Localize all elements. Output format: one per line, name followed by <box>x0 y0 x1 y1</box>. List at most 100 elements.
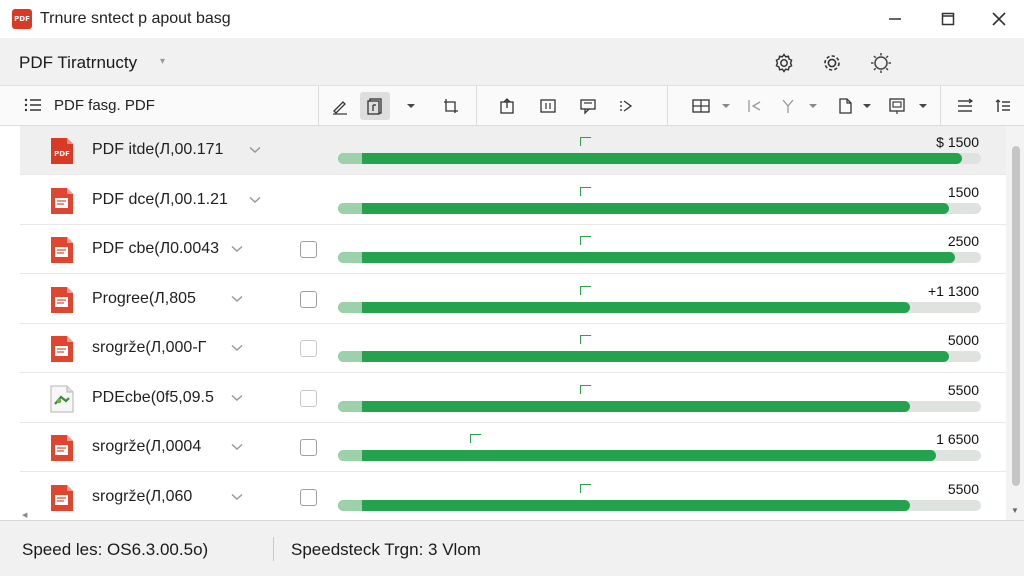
chevron-down-icon[interactable] <box>247 140 263 160</box>
row-value: 5500 <box>947 381 979 398</box>
toolbar-divider <box>667 86 668 126</box>
chevron-down-icon[interactable] <box>229 487 245 507</box>
image-dropdown-caret[interactable] <box>916 92 930 120</box>
file-row[interactable]: srogrže(Л,000-Г 5000 <box>20 324 1006 373</box>
insert-table-button[interactable] <box>686 92 716 120</box>
list-menu-icon[interactable] <box>24 97 42 118</box>
row-value: $ 1500 <box>936 134 979 150</box>
progress-fill-start <box>338 202 362 214</box>
comment-button[interactable] <box>573 92 603 120</box>
chevron-down-icon[interactable] <box>229 239 245 259</box>
file-row[interactable]: PDF dce(Л,00.1.21 1500 <box>20 175 1006 225</box>
edit-pen-button[interactable] <box>325 92 355 120</box>
progress-track <box>338 351 981 362</box>
file-row[interactable]: PDF PDF itde(Л,00.171 $ 1500 <box>20 126 1006 175</box>
document-file-icon <box>50 434 74 462</box>
progress-fill-start <box>338 450 362 461</box>
new-page-button[interactable] <box>830 92 860 120</box>
document-file-icon <box>50 187 74 215</box>
split-icon <box>748 100 761 112</box>
scroll-down-icon[interactable]: ▼ <box>1011 506 1019 515</box>
image-frame-icon <box>889 98 905 114</box>
progress-track <box>338 153 981 164</box>
progress-marker <box>470 434 481 443</box>
page-dropdown-caret[interactable] <box>860 92 874 120</box>
crop-icon <box>444 99 458 113</box>
chevron-down-icon[interactable] <box>229 338 245 358</box>
crop-button[interactable] <box>436 92 466 120</box>
row-checkbox[interactable] <box>300 439 317 456</box>
scrollbar-thumb[interactable] <box>1012 146 1020 486</box>
row-checkbox[interactable] <box>300 340 317 357</box>
app-logo-icon: PDF <box>12 9 32 29</box>
document-file-icon <box>50 335 74 363</box>
progress-track <box>338 252 981 263</box>
merge-button[interactable] <box>773 92 803 120</box>
settings-gear-icon[interactable] <box>769 48 799 78</box>
scroll-left-icon[interactable]: ◀ <box>22 511 27 519</box>
progress-fill <box>338 202 949 214</box>
file-name: PDF itde(Л,00.171 <box>92 141 224 158</box>
file-list: PDF PDF itde(Л,00.171 $ 1500 PDF dce(Л,00.1… <box>20 126 1006 520</box>
window-title: Trnure sntect p apout basg <box>40 10 231 27</box>
grid-icon <box>540 99 556 113</box>
file-row[interactable]: PDF cbe(Л0.0043 2500 <box>20 225 1006 274</box>
status-bar: Speed les: OS6.3.00.5o) Speedsteck Trgn:… <box>0 520 1024 576</box>
row-checkbox[interactable] <box>300 241 317 258</box>
grid-view-button[interactable] <box>533 92 563 120</box>
export-button[interactable] <box>492 92 522 120</box>
status-speed-left: Speed les: OS6.3.00.5o) <box>22 540 209 559</box>
progress-track <box>338 499 981 511</box>
row-value: 5500 <box>947 480 979 497</box>
file-name: PDF dce(Л,00.1.21 <box>92 190 228 208</box>
progress-track <box>338 400 981 412</box>
split-button[interactable] <box>738 92 768 120</box>
brightness-icon[interactable] <box>866 48 896 78</box>
progress-fill-start <box>338 351 362 362</box>
row-checkbox[interactable] <box>300 290 317 308</box>
comment-icon <box>580 99 596 115</box>
row-value: 2500 <box>947 233 979 249</box>
progress-track <box>338 301 981 313</box>
minimize-button[interactable] <box>872 0 918 38</box>
chevron-down-icon[interactable] <box>229 289 245 309</box>
chevron-down-icon[interactable] <box>229 437 245 457</box>
table-dropdown-caret[interactable] <box>719 92 733 120</box>
row-checkbox[interactable] <box>300 389 317 407</box>
merge-dropdown-caret[interactable] <box>806 92 820 120</box>
settings-cog-icon[interactable] <box>817 48 847 78</box>
sort-icon <box>995 99 1010 112</box>
progress-marker <box>580 384 591 394</box>
view-dropdown-caret[interactable] <box>404 92 418 120</box>
file-name: Progree(Л,805 <box>92 289 196 307</box>
toolbar-divider <box>318 86 319 126</box>
maximize-button[interactable] <box>925 0 971 38</box>
row-checkbox[interactable] <box>300 488 317 506</box>
document-icon <box>367 98 382 115</box>
pdf-file-icon: PDF <box>50 137 74 165</box>
progress-fill <box>338 499 910 511</box>
header-dropdown-icon[interactable]: ▾ <box>160 56 165 67</box>
vertical-scrollbar[interactable]: ▼ <box>1006 126 1024 520</box>
progress-fill-start <box>338 400 362 412</box>
progress-fill-start <box>338 499 362 511</box>
row-value: 5000 <box>947 332 979 348</box>
export-icon <box>500 98 514 114</box>
document-view-button[interactable] <box>360 92 390 120</box>
file-row[interactable]: Progree(Л,805 +1 1300 <box>20 274 1006 324</box>
align-button[interactable] <box>950 92 980 120</box>
file-row[interactable]: srogrže(Л,0004 1 6500 <box>20 423 1006 472</box>
chevron-down-icon[interactable] <box>247 190 263 210</box>
progress-fill <box>338 450 936 461</box>
chevron-down-icon[interactable] <box>229 388 245 408</box>
svg-text:PDF: PDF <box>54 150 70 158</box>
file-row[interactable]: PDEcbe(0f5,09.5 5500 <box>20 373 1006 423</box>
image-button[interactable] <box>882 92 912 120</box>
progress-marker <box>580 285 591 295</box>
play-button[interactable] <box>612 92 642 120</box>
close-button[interactable] <box>976 0 1022 38</box>
file-name: PDF cbe(Л0.0043 <box>92 240 220 257</box>
sort-button[interactable] <box>988 92 1018 120</box>
file-name: PDEcbe(0f5,09.5 <box>92 388 214 406</box>
file-row[interactable]: srogrže(Л,060 5500 <box>20 472 1006 520</box>
